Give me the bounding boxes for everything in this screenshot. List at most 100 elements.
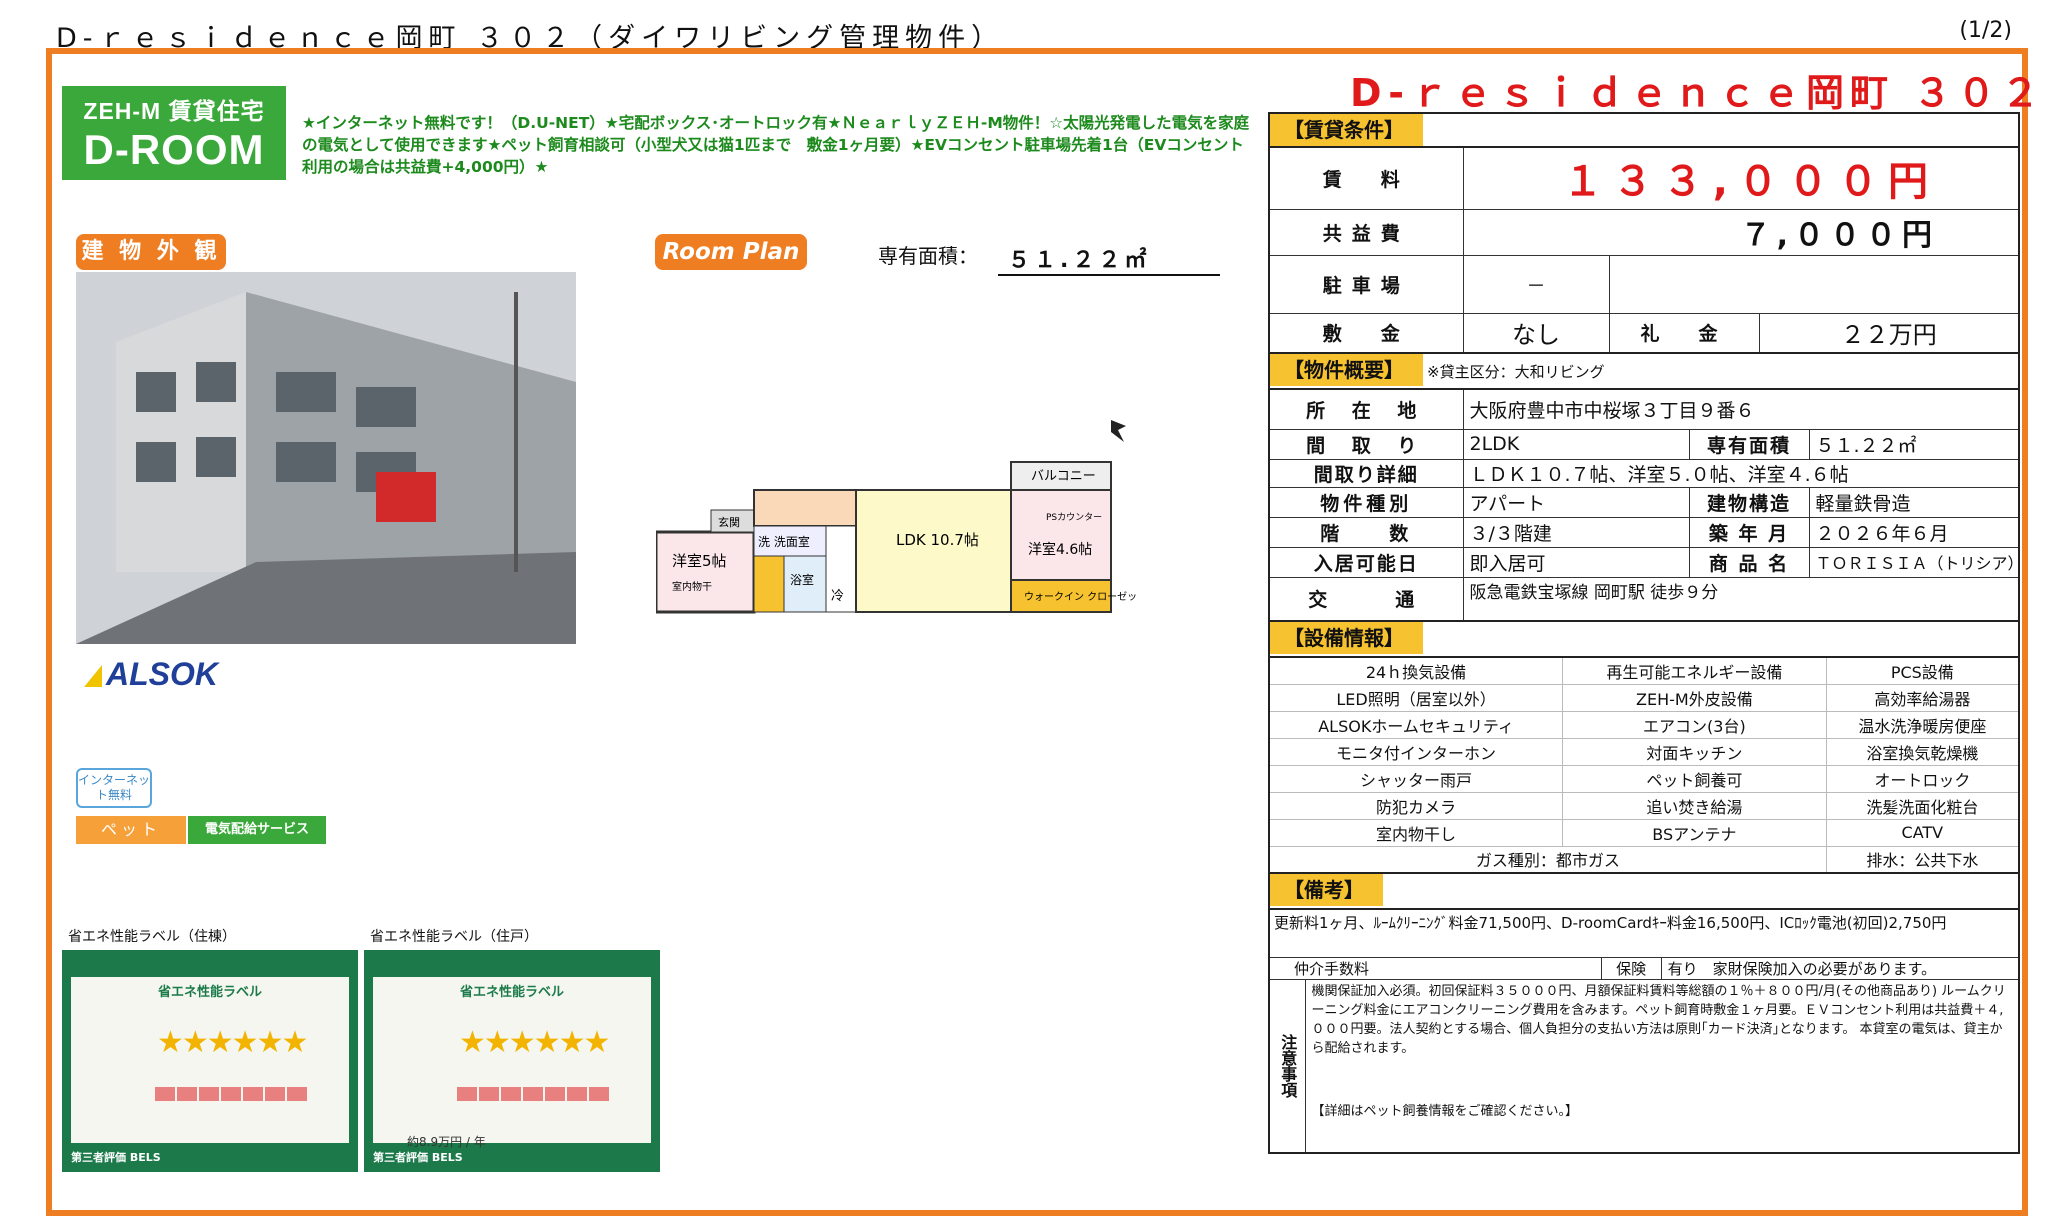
movein-label: 入居可能日 [1268,546,1464,578]
equipment-item: ZEH-M外皮設備 [1562,683,1827,712]
address-value: 大阪府豊中市中桜塚３丁目９番６ [1462,388,2020,430]
rent-label: 賃 料 [1268,146,1464,210]
remarks-section-header: 【備考】 [1270,874,1383,906]
energy-label-heading: 省エネ性能ラベル [459,985,564,1000]
plan-washroom: 洗 洗面室 [758,534,810,549]
floors-label: 階 数 [1268,516,1464,548]
movein-value: 即入居可 [1462,546,1690,578]
notes-label: 注意事項 [1268,978,1306,1154]
equipment-item: 温水洗浄暖房便座 [1825,710,2020,739]
equipment-row: 24ｈ換気設備 再生可能エネルギー設備 PCS設備 [1268,656,2020,685]
equipment-item: 追い焚き給湯 [1562,791,1827,820]
feature-lead-text: ★インターネット無料です！（D.U-NET）★宅配ボックス･オートロック有★Ｎｅ… [302,114,1250,176]
north-arrow-icon [1111,420,1126,442]
insulation-rating-icon [155,1087,309,1101]
built-value: ２０２６年６月 [1808,516,2020,548]
plan-entrance: 玄関 [718,515,740,529]
equipment-item: モニタ付インターホン [1268,737,1564,766]
plan-fridge: 冷 [831,589,844,604]
equipment-row: ALSOKホームセキュリティ エアコン(3台) 温水洗浄暖房便座 [1268,710,2020,739]
plan-bath: 浴室 [790,572,814,587]
rent-value: １３３,０００円 [1462,146,2020,210]
room-plan-badge: Room Plan [655,234,807,270]
plan-ldk: LDK 10.7帖 [896,531,979,549]
transport-value: 阪急電鉄宝塚線 岡町駅 徒歩９分 [1462,576,2020,622]
area-label-right: 専有面積 [1688,428,1810,460]
plan-balcony: バルコニー [1031,469,1096,484]
transport-label: 交 通 [1268,576,1464,622]
plan-western-5: 洋室5帖 [672,552,727,570]
equipment-item: CATV [1825,818,2020,847]
equipment-item: 防犯カメラ [1268,791,1564,820]
equipment-item: 浴室換気乾燥機 [1825,737,2020,766]
logo-line2: D-ROOM [83,126,265,173]
equipment-item: 室内物干し [1268,818,1564,847]
equipment-row: 室内物干し BSアンテナ CATV [1268,818,2020,847]
energy-label-unit-caption: 省エネ性能ラベル（住戸） [370,929,538,945]
plan-western-46: 洋室4.6帖 [1028,541,1092,558]
building-illustration [76,272,576,644]
key-money-value: ２２万円 [1758,312,2020,354]
alsok-text: ALSOK [106,656,218,692]
rent-conditions: 【賃貸条件】 賃 料 １３３,０００円 共益費 ７,０００円 駐車場 － 敷 金… [1268,112,2024,1154]
equipment-item: オートロック [1825,764,2020,793]
equipment-item: 24ｈ換気設備 [1268,656,1564,685]
equipment-item: PCS設備 [1825,656,2020,685]
alsok-mark-icon [84,665,102,687]
exterior-badge: 建 物 外 観 [76,234,226,270]
energy-stars-icon: ★★★★★★ [459,1025,610,1060]
equipment-item: 高効率給湯器 [1825,683,2020,712]
bels-footer: 第三者評価 BELS [71,1151,161,1164]
bels-footer: 第三者評価 BELS [373,1151,463,1164]
remarks-text: 更新料1ヶ月、ﾙｰﾑｸﾘｰﾆﾝｸﾞ料金71,500円、D-roomCardｷｰ料… [1268,908,2020,958]
equipment-row: LED照明（居室以外） ZEH-M外皮設備 高効率給湯器 [1268,683,2020,712]
equipment-item: BSアンテナ [1562,818,1827,847]
common-fee-value: ７,０００円 [1462,208,2020,256]
energy-label-building-caption: 省エネ性能ラベル（住棟） [68,929,236,945]
property-name: D-ｒｅｓｉｄｅｎｃｅ岡町 ３０２ [1350,71,2046,115]
layout-detail-value: ＬＤＫ１０.７帖、洋室５.０帖、洋室４.６帖 [1462,458,2020,488]
equipment-row: シャッター雨戸 ペット飼養可 オートロック [1268,764,2020,793]
structure-label: 建物構造 [1688,486,1810,518]
structure-value: 軽量鉄骨造 [1808,486,2020,518]
insurance-value: 有り 家財保険加入の必要があります。 [1660,956,2020,980]
floor-plan: バルコニー 玄関 洗 洗面室 浴室 冷 LDK 10.7帖 洋室4.6帖 ウォー… [656,420,1136,614]
floors-value: ３/３階建 [1462,516,1690,548]
droom-logo: ZEH-M 賃貸住宅 D-ROOM [62,86,286,180]
equipment-item: LED照明（居室以外） [1268,683,1564,712]
equipment-row: 防犯カメラ 追い焚き給湯 洗髪洗面化粧台 [1268,791,2020,820]
energy-label-heading: 省エネ性能ラベル [157,985,262,1000]
equipment-table: 24ｈ換気設備 再生可能エネルギー設備 PCS設備 LED照明（居室以外） ZEH-M… [1268,656,2020,874]
deposit-value: なし [1462,312,1610,354]
gas-type: ガス種別：都市ガス [1268,845,1827,874]
area-value: ５１.２２㎡ [998,242,1220,276]
area-label: 専有面積： [878,244,978,268]
equipment-item: 洗髪洗面化粧台 [1825,791,2020,820]
layout-detail-label: 間取り詳細 [1268,458,1464,488]
notes-text: 機関保証加入必須。初回保証料３５０００円、月額保証料賃料等総額の１％＋８００円/… [1311,983,2006,1056]
energy-stars-icon: ★★★★★★ [157,1025,308,1060]
alsok-logo: ALSOK [84,656,218,693]
pet-note: 【詳細はペット飼養情報をご確認ください。】 [1311,1103,1579,1119]
equipment-item: シャッター雨戸 [1268,764,1564,793]
layout-value: 2LDK [1462,428,1690,460]
energy-label-unit: 省エネ性能ラベル ★★★★★★ 約8.9万円 / 年 第三者評価 BELS [364,950,660,1172]
insurance-label: 保険 [1600,956,1662,980]
parking-label: 駐車場 [1268,254,1464,314]
product-value: ＴＯＲＩＳＩＡ（トリシア） [1808,546,2024,578]
equipment-item: ALSOKホームセキュリティ [1268,710,1564,739]
equipment-item: 対面キッチン [1562,737,1827,766]
internet-free-icon: インターネット無料 [76,768,152,808]
product-label: 商 品 名 [1688,546,1810,578]
type-value: アパート [1462,486,1690,518]
brokerage-fee-label: 仲介手数料 [1268,956,1602,980]
owner-note: ※貸主区分：大和リビング [1427,363,1605,381]
drainage-type: 排水：公共下水 [1825,845,2020,874]
address-label: 所 在 地 [1268,388,1464,430]
plan-drying: 室内物干 [672,580,712,593]
equipment-item: 再生可能エネルギー設備 [1562,656,1827,685]
layout-label: 間 取 り [1268,428,1464,460]
plan-closet: ウォークイン クローゼット [1024,591,1136,603]
common-fee-label: 共益費 [1268,208,1464,256]
built-label: 築 年 月 [1688,516,1810,548]
